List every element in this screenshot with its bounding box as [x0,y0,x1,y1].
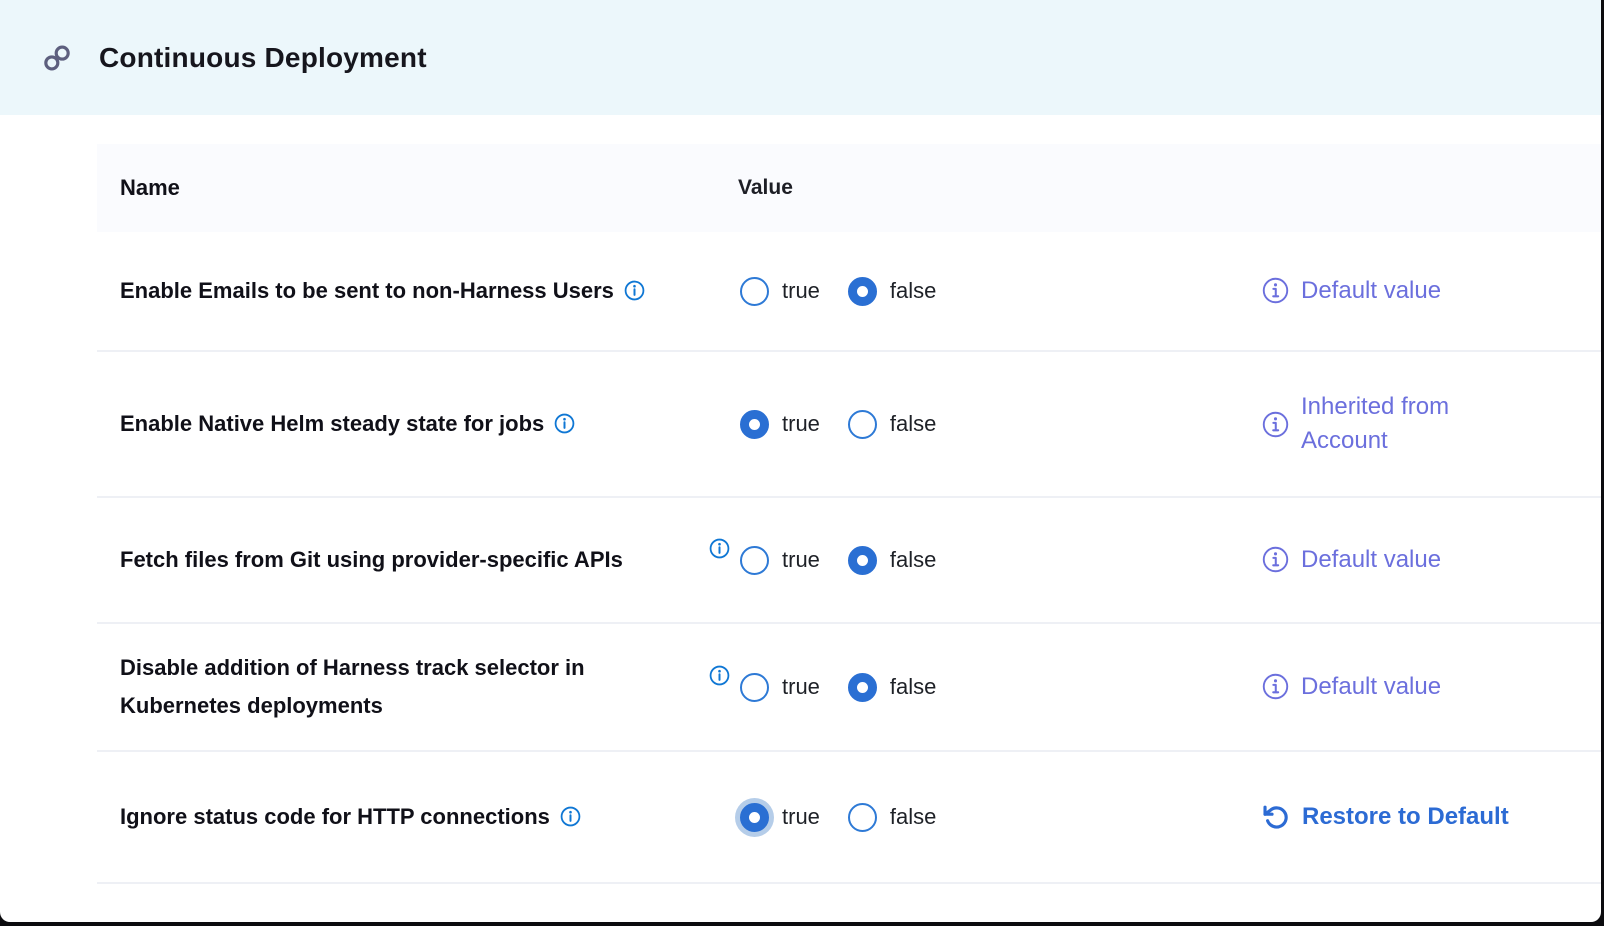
radio-false-circle[interactable] [848,673,877,702]
radio-false-circle[interactable] [848,803,877,832]
status-text: Inherited from Account [1301,390,1449,458]
setting-name-cell: Ignore status code for HTTP connections [97,798,702,836]
radio-true-label[interactable]: true [782,278,820,304]
table-row: Enable Emails to be sent to non-Harness … [97,232,1601,352]
radio-option-false[interactable]: false [848,546,936,575]
info-circle-icon[interactable] [1262,673,1289,700]
radio-true-label[interactable]: true [782,804,820,830]
radio-false-circle[interactable] [848,410,877,439]
radio-true-circle[interactable] [740,410,769,439]
chain-link-icon [42,43,72,73]
radio-false-circle[interactable] [848,546,877,575]
radio-option-true[interactable]: true [740,546,820,575]
radio-option-true[interactable]: true [740,673,820,702]
status-text[interactable]: Restore to Default [1302,800,1509,834]
section-header: Continuous Deployment [0,0,1601,115]
status-text: Default value [1301,543,1441,577]
radio-option-false[interactable]: false [848,673,936,702]
setting-name-label: Ignore status code for HTTP connections [120,804,581,829]
radio-true-circle[interactable] [740,277,769,306]
setting-name-cell: Fetch files from Git using provider-spec… [97,541,702,579]
info-icon[interactable] [554,413,575,434]
radio-option-false[interactable]: false [848,277,936,306]
radio-option-true[interactable]: true [740,277,820,306]
setting-name-cell: Enable Emails to be sent to non-Harness … [97,272,702,310]
radio-false-label[interactable]: false [890,547,936,573]
table-row: Disable addition of Harness track select… [97,624,1601,752]
settings-table: Name Value Enable Emails to be sent to n… [97,144,1601,884]
setting-value-cell: true false [702,498,1247,622]
radio-true-circle[interactable] [740,546,769,575]
radio-false-label[interactable]: false [890,674,936,700]
status-text: Default value [1301,274,1441,308]
table-header-row: Name Value [97,144,1601,232]
radio-true-circle[interactable] [740,803,769,832]
info-icon[interactable] [624,280,645,301]
setting-value-cell: true false [702,232,1247,350]
table-row: Fetch files from Git using provider-spec… [97,498,1601,624]
section-title: Continuous Deployment [99,42,427,74]
setting-name-label: Enable Emails to be sent to non-Harness … [120,278,645,303]
radio-true-circle[interactable] [740,673,769,702]
info-circle-icon[interactable] [1262,277,1289,304]
info-icon[interactable] [709,665,730,686]
setting-value-cell: true false [702,752,1247,882]
status-text: Default value [1301,670,1441,704]
radio-option-true[interactable]: true [740,410,820,439]
setting-name-label: Fetch files from Git using provider-spec… [120,547,623,572]
info-icon[interactable] [709,538,730,559]
column-header-name: Name [97,169,702,207]
radio-option-false[interactable]: false [848,803,936,832]
radio-true-label[interactable]: true [782,674,820,700]
setting-status-cell: Default value [1247,274,1601,308]
radio-option-false[interactable]: false [848,410,936,439]
column-header-value: Value [702,144,1247,232]
table-body: Enable Emails to be sent to non-Harness … [97,232,1601,884]
restore-icon[interactable] [1262,803,1290,831]
radio-false-label[interactable]: false [890,278,936,304]
setting-name-label: Disable addition of Harness track select… [120,655,585,718]
setting-name-cell: Disable addition of Harness track select… [97,649,702,725]
radio-false-circle[interactable] [848,277,877,306]
info-circle-icon[interactable] [1262,546,1289,573]
setting-status-cell: Default value [1247,543,1601,577]
setting-value-cell: true false [702,352,1247,496]
table-row: Enable Native Helm steady state for jobs… [97,352,1601,498]
info-icon[interactable] [560,806,581,827]
info-circle-icon[interactable] [1262,411,1289,438]
radio-true-label[interactable]: true [782,547,820,573]
radio-true-label[interactable]: true [782,411,820,437]
radio-false-label[interactable]: false [890,411,936,437]
radio-false-label[interactable]: false [890,804,936,830]
setting-name-cell: Enable Native Helm steady state for jobs [97,405,702,443]
setting-status-cell: Inherited from Account [1247,390,1601,458]
radio-option-true[interactable]: true [740,803,820,832]
table-row: Ignore status code for HTTP connections … [97,752,1601,884]
setting-value-cell: true false [702,624,1247,750]
settings-page: Continuous Deployment Name Value Enable … [0,0,1601,922]
setting-name-label: Enable Native Helm steady state for jobs [120,411,575,436]
setting-status-cell: Default value [1247,670,1601,704]
setting-status-cell[interactable]: Restore to Default [1247,800,1601,834]
